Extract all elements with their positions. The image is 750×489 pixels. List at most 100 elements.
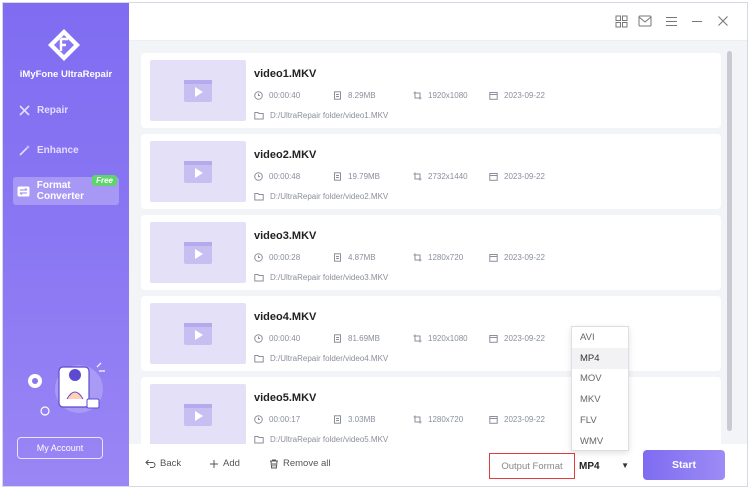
folder-icon <box>254 436 264 444</box>
video-name: video5.MKV <box>254 392 317 404</box>
convert-icon <box>17 184 31 198</box>
dropdown-arrow-icon: ▼ <box>621 461 629 470</box>
video-size: 19.79MB <box>333 172 380 181</box>
calendar-icon <box>489 92 498 100</box>
video-date: 2023-09-22 <box>489 334 545 343</box>
video-icon <box>184 403 212 426</box>
video-duration: 00:00:40 <box>254 334 300 343</box>
clock-icon <box>254 253 263 262</box>
hamburger-menu-icon[interactable] <box>663 13 679 29</box>
clock-icon <box>254 172 263 181</box>
mail-icon[interactable] <box>637 13 653 29</box>
format-option-wmv[interactable]: WMV <box>572 431 628 452</box>
video-path: D:/UltraRepair folder/video4.MKV <box>254 354 388 363</box>
video-name: video4.MKV <box>254 311 317 323</box>
video-card[interactable]: video5.MKV 00:00:17 3.03MB 1280x720 2023… <box>141 377 721 445</box>
clock-icon <box>254 334 263 343</box>
close-icon[interactable] <box>715 13 731 29</box>
trash-icon <box>270 459 278 468</box>
grid-menu-icon[interactable] <box>613 13 629 29</box>
calendar-icon <box>489 416 498 424</box>
video-date: 2023-09-22 <box>489 91 545 100</box>
add-button[interactable]: Add <box>209 458 240 469</box>
sidebar-item-repair[interactable]: Repair <box>13 96 119 124</box>
app-logo-icon <box>48 29 80 61</box>
crop-icon <box>413 334 422 343</box>
video-date: 2023-09-22 <box>489 415 545 424</box>
back-button[interactable]: Back <box>145 458 181 469</box>
list-scrollbar[interactable] <box>727 51 732 431</box>
user-illustration <box>28 362 105 416</box>
tools-icon <box>17 103 31 117</box>
video-size: 4.87MB <box>333 253 376 262</box>
app-window: iMyFone UltraRepair Repair Enhance Forma… <box>2 2 748 487</box>
folder-icon <box>254 193 264 201</box>
selected-format: MP4 <box>579 460 600 472</box>
file-icon <box>334 172 341 181</box>
crop-icon <box>413 253 422 262</box>
video-card[interactable]: video4.MKV 00:00:40 81.69MB 1920x1080 20… <box>141 296 721 371</box>
video-duration: 00:00:40 <box>254 91 300 100</box>
back-arrow-icon <box>145 459 156 468</box>
plus-icon <box>210 459 218 468</box>
folder-icon <box>254 112 264 120</box>
video-resolution: 2732x1440 <box>413 172 468 181</box>
video-card[interactable]: video2.MKV 00:00:48 19.79MB 2732x1440 20… <box>141 134 721 209</box>
video-thumbnail <box>150 222 246 283</box>
format-option-mkv[interactable]: MKV <box>572 389 628 410</box>
video-date: 2023-09-22 <box>489 253 545 262</box>
video-duration: 00:00:28 <box>254 253 300 262</box>
video-icon <box>184 160 212 183</box>
format-option-mov[interactable]: MOV <box>572 369 628 390</box>
video-size: 81.69MB <box>333 334 380 343</box>
video-name: video3.MKV <box>254 230 317 242</box>
video-resolution: 1280x720 <box>413 415 463 424</box>
file-icon <box>334 91 341 100</box>
minimize-icon[interactable] <box>689 13 705 29</box>
bottom-toolbar: Back Add Remove all Output Format MP4 ▼ … <box>129 444 747 486</box>
output-format-label: Output Format <box>489 453 575 479</box>
video-name: video1.MKV <box>254 68 317 80</box>
video-icon <box>184 241 212 264</box>
video-date: 2023-09-22 <box>489 172 545 181</box>
video-card[interactable]: video3.MKV 00:00:28 4.87MB 1280x720 2023… <box>141 215 721 290</box>
video-icon <box>184 79 212 102</box>
crop-icon <box>413 91 422 100</box>
calendar-icon <box>489 254 498 262</box>
video-icon <box>184 322 212 345</box>
format-option-flv[interactable]: FLV <box>572 410 628 431</box>
calendar-icon <box>489 335 498 343</box>
sidebar-item-label: Repair <box>37 104 69 116</box>
video-resolution: 1280x720 <box>413 253 463 262</box>
format-option-avi[interactable]: AVI <box>572 327 628 348</box>
title-bar <box>129 3 747 41</box>
video-size: 8.29MB <box>333 91 376 100</box>
video-path: D:/UltraRepair folder/video3.MKV <box>254 273 388 282</box>
magic-wand-icon <box>17 143 31 157</box>
video-list: video1.MKV 00:00:40 8.29MB 1920x1080 202… <box>141 49 721 445</box>
video-thumbnail <box>150 60 246 121</box>
sidebar-item-enhance[interactable]: Enhance <box>13 136 119 164</box>
sidebar-item-format-converter[interactable]: Format Converter Free <box>13 175 119 205</box>
clock-icon <box>254 415 263 424</box>
app-name: iMyFone UltraRepair <box>19 69 113 80</box>
start-button[interactable]: Start <box>643 450 725 480</box>
video-path: D:/UltraRepair folder/video2.MKV <box>254 192 388 201</box>
folder-icon <box>254 274 264 282</box>
output-format-select[interactable]: MP4 ▼ <box>579 455 631 477</box>
crop-icon <box>413 415 422 424</box>
remove-all-button[interactable]: Remove all <box>269 458 331 469</box>
video-thumbnail <box>150 303 246 364</box>
folder-icon <box>254 355 264 363</box>
video-resolution: 1920x1080 <box>413 91 468 100</box>
format-option-mp4[interactable]: MP4 <box>572 347 628 369</box>
file-icon <box>334 415 341 424</box>
clock-icon <box>254 91 263 100</box>
video-resolution: 1920x1080 <box>413 334 468 343</box>
video-card[interactable]: video1.MKV 00:00:40 8.29MB 1920x1080 202… <box>141 53 721 128</box>
video-size: 3.03MB <box>333 415 376 424</box>
file-icon <box>334 253 341 262</box>
my-account-button[interactable]: My Account <box>17 437 103 459</box>
video-path: D:/UltraRepair folder/video5.MKV <box>254 435 388 444</box>
format-dropdown-menu: AVI MP4 MOV MKV FLV WMV <box>571 326 629 451</box>
